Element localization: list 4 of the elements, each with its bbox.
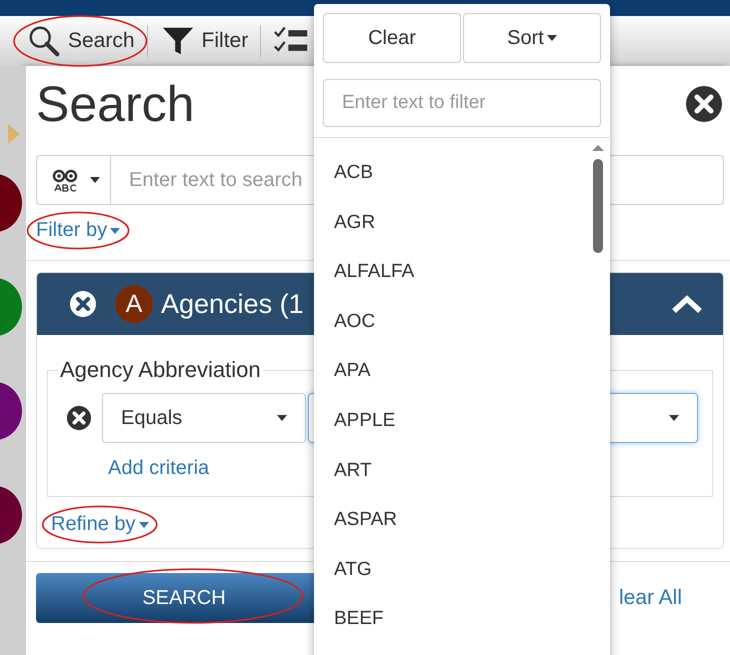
- panel-title: Search: [36, 76, 194, 132]
- group-legend: Agency Abbreviation: [58, 357, 263, 383]
- card-title: Agencies (1: [161, 288, 305, 320]
- letter-avatar: A: [115, 285, 153, 323]
